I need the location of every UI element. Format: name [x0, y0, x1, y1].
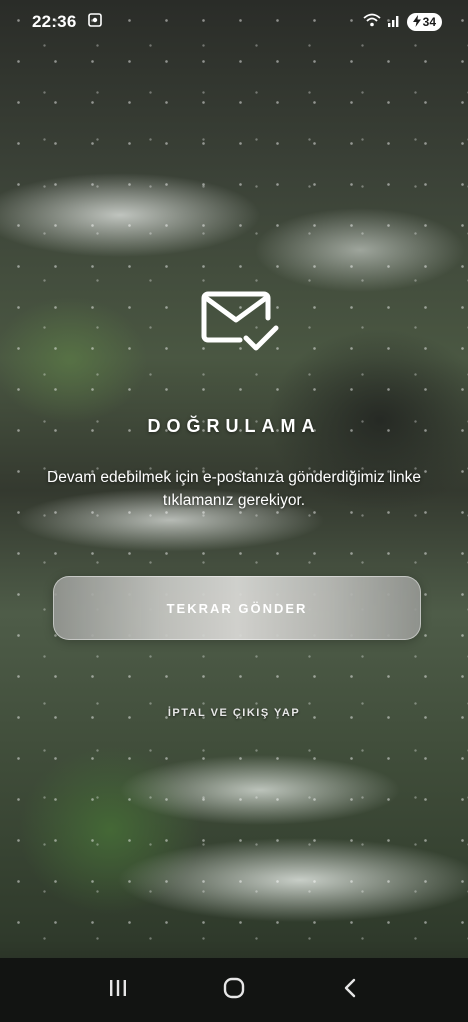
- recent-apps-icon: [108, 979, 128, 1002]
- back-icon: [343, 978, 357, 1003]
- home-icon: [223, 977, 245, 1004]
- recent-apps-button[interactable]: [88, 965, 148, 1015]
- cancel-logout-link[interactable]: İPTAL VE ÇIKIŞ YAP: [0, 707, 468, 719]
- home-button[interactable]: [204, 965, 264, 1015]
- verification-screen: DOĞRULAMA Devam edebilmek için e-postanı…: [0, 0, 468, 1022]
- verification-description: Devam edebilmek için e-postanıza gönderd…: [47, 469, 421, 509]
- navigation-bar: [0, 958, 468, 1022]
- mail-check-icon: [200, 290, 280, 356]
- resend-button[interactable]: TEKRAR GÖNDER: [53, 576, 421, 640]
- page-title: DOĞRULAMA: [147, 416, 321, 436]
- back-button[interactable]: [320, 965, 380, 1015]
